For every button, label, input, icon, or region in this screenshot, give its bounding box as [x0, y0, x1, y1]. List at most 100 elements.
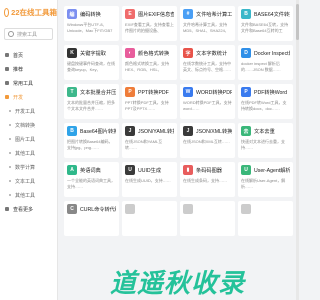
sidebar-item-label: 首页: [13, 52, 24, 59]
tool-card-description: EXIF查看工具，支持查看上传图片的拍摄设备、TIFF、……: [125, 22, 174, 33]
tool-card-description: 在线JSON和XML互转……: [183, 139, 230, 144]
tool-card[interactable]: [122, 201, 177, 236]
sidebar-item[interactable]: 首页: [0, 48, 57, 62]
tool-card[interactable]: ◐颜色格式转换颜色格式转换工具，支持HEX、RGB、HSL、HWB、CMYK……: [122, 45, 177, 80]
sidebar-item[interactable]: 开发工具: [0, 104, 57, 118]
tool-card[interactable]: B Base64图片转换 把图片转换Base64编码，支持jpg、png……: [64, 123, 119, 158]
tool-card[interactable]: P PDF转换Word 在线PDF转Word工具，支持转换docx、doc……: [238, 84, 293, 119]
tool-card[interactable]: W WORD转换PDF WORD转换PDF工具，支持word……: [180, 84, 235, 119]
menu-icon: [5, 95, 9, 99]
site-logo[interactable]: 22在线工具箱: [0, 0, 57, 24]
tool-card-description: 在线字数统计工具，支持中英文、标点符号、空格……: [183, 61, 231, 72]
hash-icon: #: [183, 9, 193, 19]
tool-card-title: CURL命令转代码: [80, 206, 116, 213]
tool-card[interactable]: E图片EXIF信息查询 EXIF查看工具，支持查看上传图片的拍摄设备、TIFF、……: [122, 6, 177, 41]
tool-card-title: User-Agent解析: [254, 167, 290, 174]
barcode-icon: ▮: [183, 165, 193, 175]
pdf-icon: P: [241, 87, 251, 97]
tool-card-title: JSON/XML转换: [196, 128, 232, 135]
bullet-icon: [9, 152, 11, 154]
tool-card-description: 文件哈希计算工具，支持MD5、SHA1、SHA224、SHA256……: [183, 22, 229, 33]
tool-card-description: [125, 217, 174, 228]
sidebar-item-label: 图片工具: [15, 136, 36, 143]
tool-card-description: PPT转换PDF工具，支持PPT及PPTX……: [125, 100, 169, 111]
tool-card-title: JSON/YAML转换: [138, 128, 174, 135]
tool-card[interactable]: #文件哈希计算工具文件哈希计算工具，支持MD5、SHA1、SHA224、SHA2…: [180, 6, 235, 41]
tool-card-description: 在线解析User-Agent，解析……: [241, 178, 286, 189]
curl-icon: C: [67, 204, 77, 214]
tool-card-description: [183, 217, 232, 228]
tool-card-title: 颜色格式转换: [138, 50, 170, 57]
tool-card-title: PPT转换PDF: [138, 89, 169, 96]
tool-card[interactable]: 字文本字数统计 在线字数统计工具，支持中英文、标点符号、空格……: [180, 45, 235, 80]
placeholder-icon: [241, 204, 251, 214]
sidebar-item[interactable]: 文本工具: [0, 174, 57, 188]
tool-card-description: docker inspect 解析后的……JSON 数据……: [241, 61, 281, 72]
tool-card-title: 文本批量合并压缩: [80, 89, 116, 96]
tool-card[interactable]: [180, 201, 235, 236]
tool-card[interactable]: T文本批量合并压缩文本的批量合并压缩，把多个文本文件合并……: [64, 84, 119, 119]
ppt-icon: P: [125, 87, 135, 97]
tool-card[interactable]: 编编码转换 Windows平台UTF-8、Unicode、Mac下FIT/GB7字…: [64, 6, 119, 41]
ua-icon: U: [241, 165, 251, 175]
menu-icon: [5, 53, 9, 57]
logo-icon: [4, 7, 10, 17]
tool-card[interactable]: U UUID生成在线生成UUID，支持……: [122, 162, 177, 197]
watermark-text: 道遥秋收录: [110, 269, 246, 299]
bullet-icon: [9, 166, 11, 168]
search-input[interactable]: 搜索工具: [4, 28, 53, 40]
sidebar-item[interactable]: 文档转换: [0, 118, 57, 132]
tool-card[interactable]: K关键字提取键盘按键事件码查询，在线查询keyup、Key、KeyCode……: [64, 45, 119, 80]
tool-card-description: 文件和BASE64互转，支持文件和Base64互转的工具……: [241, 22, 289, 33]
encoding-icon: 编: [67, 9, 77, 19]
tool-grid: 编编码转换 Windows平台UTF-8、Unicode、Mac下FIT/GB7字…: [64, 6, 294, 236]
tool-card-description: 键盘按键事件码查询，在线查询keyup、Key、KeyCode……: [67, 61, 115, 72]
search-placeholder: 搜索工具: [17, 31, 38, 38]
tool-card[interactable]: J JSON/XML转换 在线JSON和XML互转……: [180, 123, 235, 158]
sidebar-item[interactable]: 图片工具: [0, 132, 57, 146]
scrollbar-track[interactable]: [296, 0, 299, 300]
tool-card-description: 在线生成条码，支持……: [183, 178, 227, 183]
uuid-icon: U: [125, 165, 135, 175]
sidebar-item[interactable]: 数学计算: [0, 160, 57, 174]
bullet-icon: [9, 180, 11, 182]
sidebar-item[interactable]: 其他工具: [0, 188, 57, 202]
tool-card-title: 文本去重: [254, 128, 275, 135]
tool-card[interactable]: 去文本去重 快速对文本进行去重，支持……: [238, 123, 293, 158]
scrollbar-thumb[interactable]: [296, 4, 299, 40]
tool-card-title: UUID生成: [138, 167, 162, 174]
sidebar-item[interactable]: 开发: [0, 90, 57, 104]
text-merge-icon: T: [67, 87, 77, 97]
tool-grid-area: 编编码转换 Windows平台UTF-8、Unicode、Mac下FIT/GB7字…: [64, 6, 294, 236]
sidebar-item[interactable]: 推荐: [0, 62, 57, 76]
logo-text: 22在线工具箱: [11, 7, 57, 17]
sidebar-item[interactable]: 查看更多: [0, 202, 57, 216]
placeholder-icon: [125, 204, 135, 214]
tool-card[interactable]: DDocker Inspect解析 docker inspect 解析后的……JS…: [238, 45, 293, 80]
tool-card[interactable]: P PPT转换PDF PPT转换PDF工具，支持PPT及PPTX……: [122, 84, 177, 119]
tool-card-title: 图片EXIF信息查询: [138, 11, 174, 18]
bullet-icon: [9, 194, 11, 196]
tool-card[interactable]: [238, 201, 293, 236]
tool-card-title: 编码转换: [80, 11, 101, 18]
tool-card-description: 快速对文本进行去重，支持……: [241, 139, 285, 150]
tool-card[interactable]: J JSON/YAML转换 在线JSON和YAML互转……: [122, 123, 177, 158]
base64-icon: B: [241, 9, 251, 19]
sidebar-item[interactable]: 其他工具: [0, 146, 57, 160]
sidebar-item-label: 开发: [13, 94, 24, 101]
tool-card[interactable]: U User-Agent解析在线解析User-Agent，解析……: [238, 162, 293, 197]
tool-card[interactable]: CCURL命令转代码: [64, 201, 119, 236]
tool-card-description: 在线生成UUID，支持……: [125, 178, 171, 183]
sidebar-item[interactable]: 常用工具: [0, 76, 57, 90]
dictionary-icon: A: [67, 165, 77, 175]
tool-card[interactable]: ▮ 条码码图器 在线生成条码，支持……: [180, 162, 235, 197]
docker-icon: D: [241, 48, 251, 58]
tool-card-title: 文本字数统计: [196, 50, 228, 57]
tool-card-description: WORD转换PDF工具，支持word……: [183, 100, 232, 111]
sidebar-item-label: 其他工具: [15, 192, 36, 199]
tool-card[interactable]: A 英语词典 一个全能的英语词典工具，支持……: [64, 162, 119, 197]
tool-card-title: WORD转换PDF: [196, 89, 232, 96]
tool-card-description: 颜色格式转换工具，支持HEX、RGB、HSL、HWB、CMYK……: [125, 61, 169, 72]
sidebar-item-label: 文档转换: [15, 122, 36, 129]
tool-card[interactable]: BBASE64文件转换文件和BASE64互转，支持文件和Base64互转的工具……: [238, 6, 293, 41]
